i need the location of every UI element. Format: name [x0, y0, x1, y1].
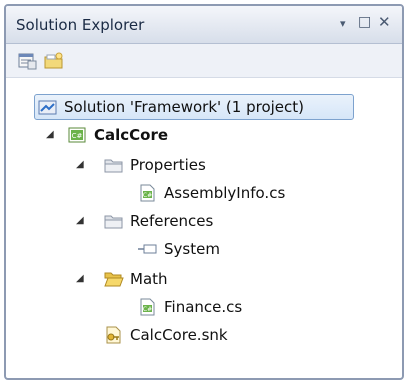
maximize-icon[interactable]: □ [358, 14, 371, 30]
tree-item-label: AssemblyInfo.cs [164, 184, 286, 202]
tree-item-solution[interactable]: Solution 'Framework' (1 project) [38, 94, 354, 120]
csharp-project-icon: C# [68, 126, 88, 144]
collapse-triangle-icon[interactable]: ◢ [76, 208, 84, 234]
properties-icon[interactable] [18, 52, 38, 70]
tree-item-label: CalcCore [94, 126, 169, 144]
toolbar [6, 44, 402, 78]
tree-item-label: Math [130, 270, 168, 288]
svg-text:C#: C# [143, 192, 152, 199]
tree-item-label: References [130, 212, 214, 230]
collapse-triangle-icon[interactable]: ◢ [76, 266, 84, 292]
tree-item-label: CalcCore.snk [130, 326, 228, 344]
csharp-file-icon: C# [138, 184, 158, 202]
csharp-file-icon: C# [138, 298, 158, 316]
folder-icon [104, 212, 124, 230]
solution-explorer-window: Solution Explorer ▾ □ ✕ Solution 'Framew… [4, 4, 404, 380]
key-file-icon [104, 326, 124, 344]
svg-text:C#: C# [143, 306, 152, 313]
new-folder-icon[interactable] [44, 52, 64, 70]
titlebar[interactable]: Solution Explorer ▾ □ ✕ [6, 6, 402, 44]
folder-icon [104, 156, 124, 174]
solution-icon [38, 98, 58, 116]
tree-item-label: Properties [130, 156, 206, 174]
reference-icon [138, 240, 158, 258]
svg-text:C#: C# [72, 132, 83, 140]
tree-item-label: System [164, 240, 220, 258]
window-title: Solution Explorer [16, 16, 145, 34]
window-position-dropdown-icon[interactable]: ▾ [340, 17, 346, 30]
collapse-triangle-icon[interactable]: ◢ [76, 152, 84, 178]
collapse-triangle-icon[interactable]: ◢ [46, 122, 54, 148]
tree-item-label: Solution 'Framework' (1 project) [64, 98, 304, 116]
close-icon[interactable]: ✕ [378, 13, 391, 31]
folder-open-icon [104, 270, 124, 288]
tree-item-label: Finance.cs [164, 298, 243, 316]
